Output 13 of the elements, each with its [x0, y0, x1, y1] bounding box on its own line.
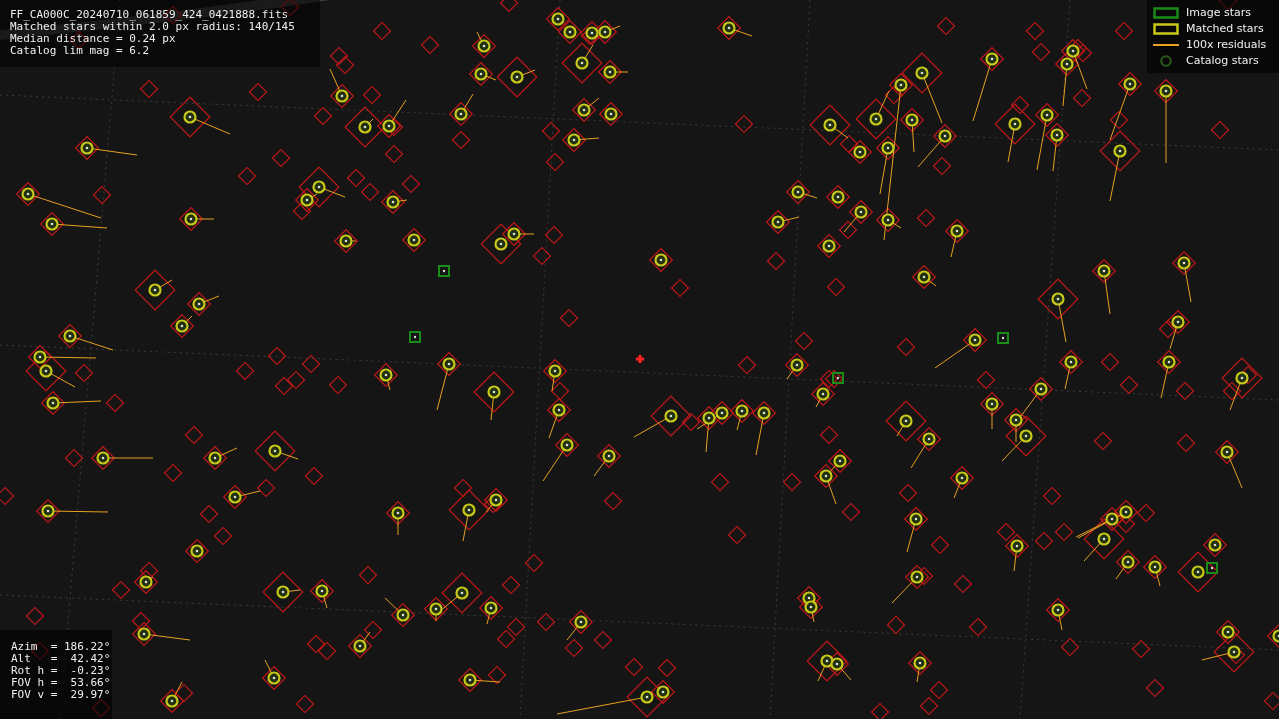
info-text: FF_CA000C_20240710_061859_424_0421888.fits	[10, 9, 290, 21]
legend-label: Catalog stars	[1186, 54, 1259, 67]
legend-label: Image stars	[1186, 6, 1251, 19]
pointing-text: Azim = 186.22°	[11, 641, 112, 653]
pointing-text: FOV h = 53.66°	[11, 677, 112, 689]
legend-label: 100x residuals	[1186, 38, 1267, 51]
info-text: Matched stars within 2.0 px radius: 140/145	[10, 21, 296, 33]
pointing-text: Alt = 42.42°	[11, 653, 112, 665]
info-text: Catalog lim mag = 6.2	[10, 45, 151, 57]
legend-label: Matched stars	[1186, 22, 1264, 35]
pointing-text: FOV v = 29.97°	[11, 689, 112, 701]
pointing-text: Rot h = -0.23°	[11, 665, 112, 677]
info-text: Median distance = 0.24 px	[10, 33, 177, 45]
